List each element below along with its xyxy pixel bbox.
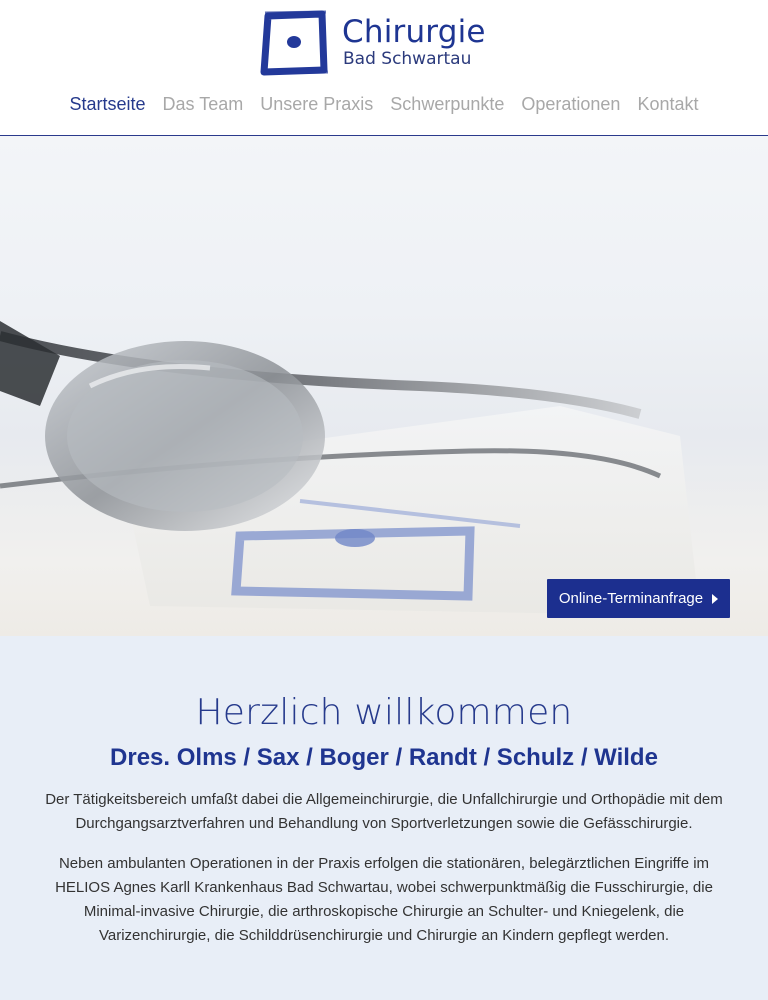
- logo[interactable]: Chirurgie Bad Schwartau: [260, 10, 486, 76]
- main-nav: Startseite Das Team Unsere Praxis Schwer…: [0, 93, 768, 115]
- welcome-title: Herzlich willkommen: [195, 692, 573, 733]
- cta-label: Online-Terminanfrage: [558, 590, 704, 607]
- nav-item-operationen[interactable]: Operationen: [521, 93, 620, 115]
- site-header: Chirurgie Bad Schwartau Startseite Das T…: [0, 0, 768, 136]
- online-terminanfrage-button[interactable]: Online-Terminanfrage: [547, 579, 730, 618]
- intro-paragraph-2: Neben ambulanten Operationen in der Prax…: [55, 855, 713, 944]
- nav-item-unsere-praxis[interactable]: Unsere Praxis: [260, 93, 373, 115]
- stethoscope-photo: [0, 321, 700, 616]
- nav-item-kontakt[interactable]: Kontakt: [637, 93, 698, 115]
- logo-title: Chirurgie: [342, 14, 486, 50]
- caret-right-icon: [712, 593, 719, 604]
- nav-item-startseite[interactable]: Startseite: [70, 93, 146, 115]
- logo-subtitle: Bad Schwartau: [343, 49, 472, 69]
- nav-item-das-team[interactable]: Das Team: [163, 93, 244, 115]
- nav-item-schwerpunkte[interactable]: Schwerpunkte: [390, 93, 504, 115]
- welcome-section: Herzlich willkommen Dres. Olms / Sax / B…: [0, 636, 768, 1000]
- square-with-dot-icon: [260, 10, 330, 76]
- doctors-names: Dres. Olms / Sax / Boger / Randt / Schul…: [110, 744, 658, 771]
- intro-paragraph-1: Der Tätigkeitsbereich umfaßt dabei die A…: [45, 791, 723, 832]
- hero-banner: Online-Terminanfrage: [0, 136, 768, 636]
